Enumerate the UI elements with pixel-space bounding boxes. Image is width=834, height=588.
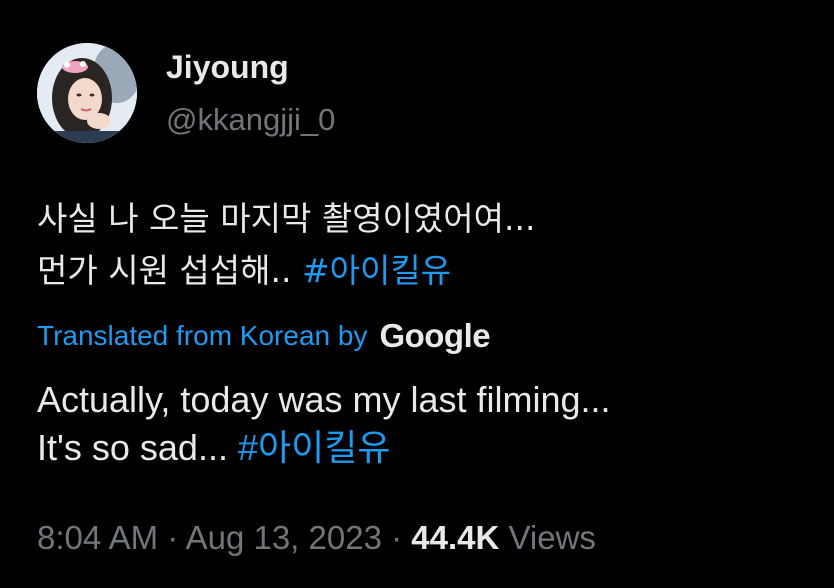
tweet-original-text: 사실 나 오늘 마지막 촬영이였어여... 먼가 시원 섭섭해.. #아이킬유 [37,193,817,297]
original-line-2: 먼가 시원 섭섭해.. #아이킬유 [37,245,817,297]
tweet-date[interactable]: Aug 13, 2023 [186,519,382,556]
profile-photo-icon [37,43,137,143]
user-handle[interactable]: @kkangjji_0 [166,100,335,140]
tweet-time[interactable]: 8:04 AM [37,519,158,556]
original-hashtag-link[interactable]: #아이킬유 [302,251,451,290]
meta-separator: · [158,519,186,556]
translation-attribution: Translated from Korean by Google [37,316,491,356]
views-count[interactable]: 44.4K [411,519,499,556]
display-name[interactable]: Jiyoung [166,47,289,87]
original-line-2-text: 먼가 시원 섭섭해.. [37,251,302,290]
translation-label: Translated from Korean by [37,320,368,351]
tweet-translated-text: Actually, today was my last filming... I… [37,376,817,472]
translated-line-2: It's so sad... #아이킬유 [37,424,817,472]
meta-separator: · [381,519,412,556]
translated-line-2-text: It's so sad... [37,427,238,468]
original-line-1: 사실 나 오늘 마지막 촬영이였어여... [37,199,536,238]
avatar[interactable] [37,43,137,143]
translated-hashtag-link[interactable]: #아이킬유 [238,427,391,468]
views-label: Views [499,519,596,556]
tweet-metadata: 8:04 AM · Aug 13, 2023 · 44.4K Views [37,516,596,560]
google-logo: Google [379,317,491,354]
translated-line-1: Actually, today was my last filming... [37,379,611,420]
